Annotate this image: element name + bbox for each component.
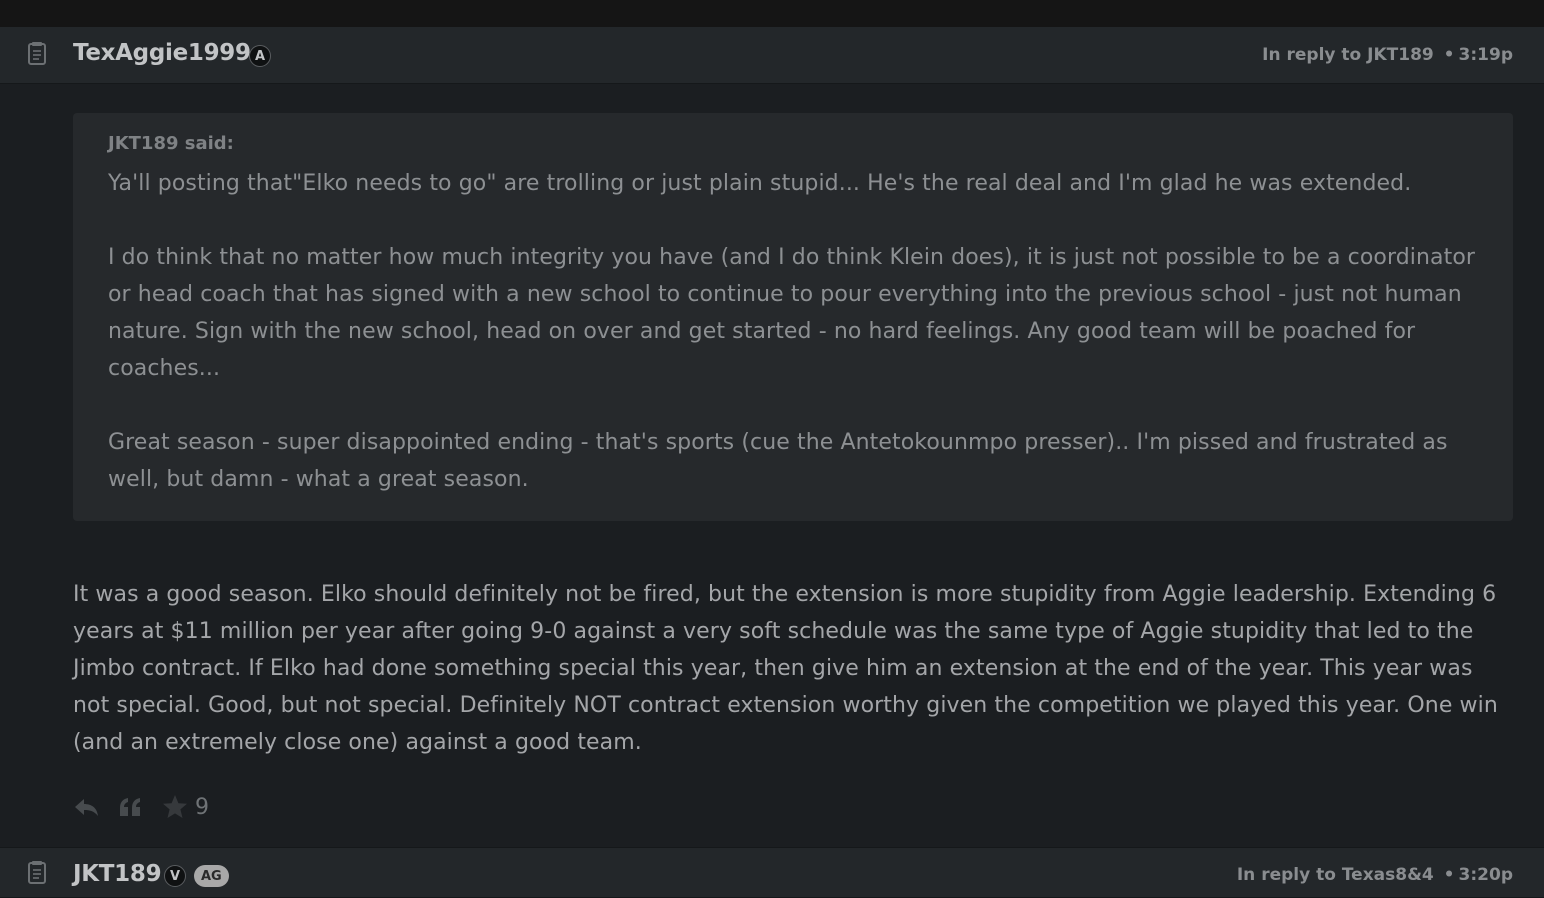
reply-to-user-link[interactable]: JKT189 [1367, 45, 1434, 65]
post-username[interactable]: TexAggie1999 [73, 40, 251, 66]
post-header: JKT189 V AG In reply to Texas8&4 • 3:20p [0, 847, 1544, 898]
quote-paragraph: Great season - super disappointed ending… [108, 430, 1448, 492]
user-badge: A [249, 45, 271, 67]
star-icon[interactable] [161, 794, 189, 820]
reply-arrow-icon[interactable] [73, 794, 101, 820]
document-list-icon[interactable] [26, 41, 48, 67]
reply-meta: In reply to Texas8&4 • 3:20p [1237, 865, 1513, 885]
post-header: TexAggie1999 A In reply to JKT189 • 3:19p [0, 27, 1544, 84]
post-body: JKT189 said: Ya'll posting that"Elko nee… [0, 84, 1544, 847]
reply-meta: In reply to JKT189 • 3:19p [1262, 45, 1513, 65]
document-list-icon[interactable] [26, 860, 48, 886]
quote-icon[interactable] [117, 794, 145, 820]
reply-to-label: In reply to [1236, 865, 1336, 885]
reply-to-user-link[interactable]: Texas8&4 [1342, 865, 1434, 885]
quote-paragraph: I do think that no matter how much integ… [108, 245, 1476, 381]
user-badge: V [164, 865, 186, 887]
quote-block: JKT189 said: Ya'll posting that"Elko nee… [73, 113, 1513, 521]
post-text: It was a good season. Elko should defini… [73, 582, 1498, 755]
meta-separator: • [1443, 865, 1455, 885]
post-actions: 9 [73, 792, 209, 822]
quote-paragraph: Ya'll posting that"Elko needs to go" are… [108, 171, 1412, 196]
reply-to-label: In reply to [1262, 45, 1362, 65]
user-badge-pill: AG [194, 865, 229, 887]
post-username[interactable]: JKT189 [73, 861, 162, 887]
quote-author[interactable]: JKT189 said: [108, 133, 1477, 154]
meta-separator: • [1443, 45, 1455, 65]
quote-text: Ya'll posting that"Elko needs to go" are… [108, 165, 1477, 498]
post-time[interactable]: 3:19p [1459, 45, 1513, 65]
post-time[interactable]: 3:20p [1459, 865, 1513, 885]
top-bar [0, 0, 1544, 27]
star-count: 9 [195, 794, 209, 820]
